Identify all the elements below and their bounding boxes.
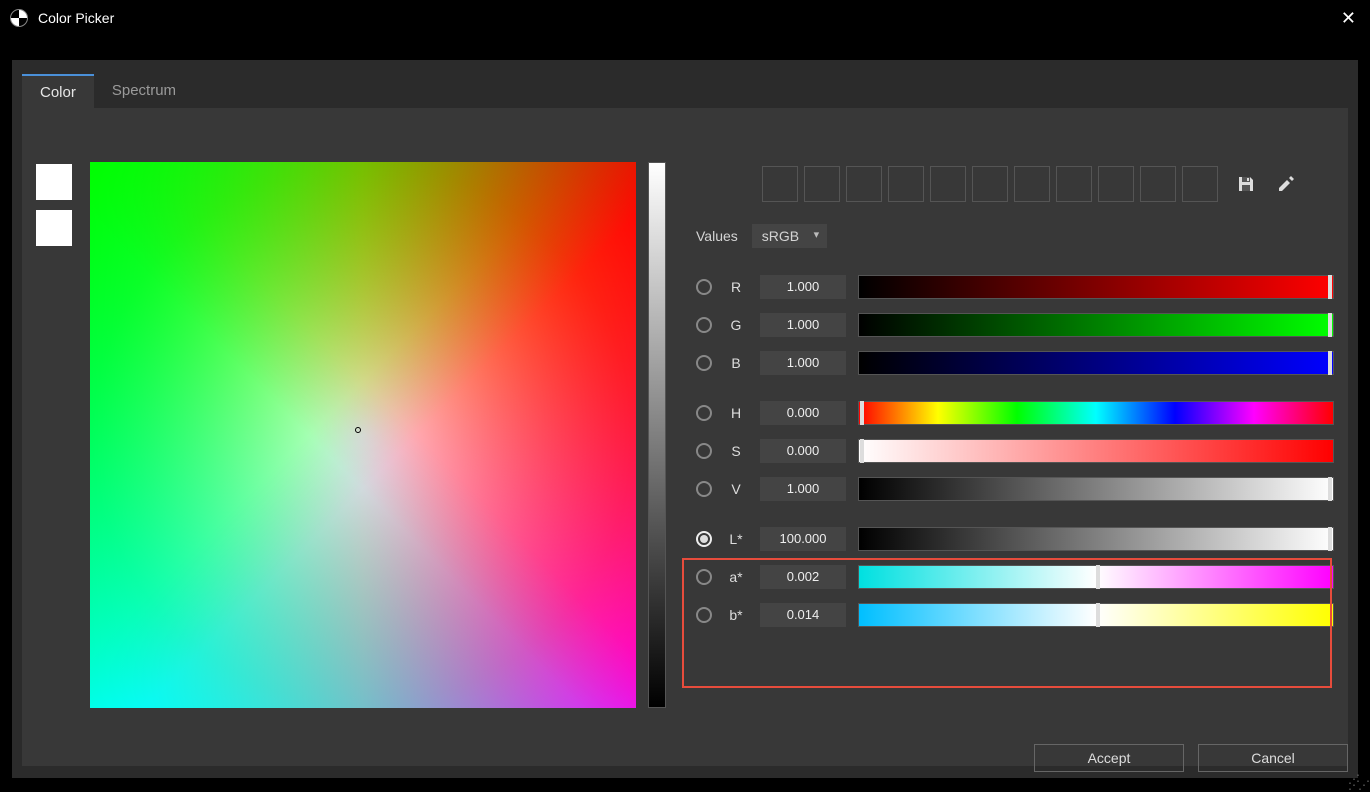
channel-value-a[interactable]: 0.002 xyxy=(760,565,846,589)
channel-row-g: G 1.000 xyxy=(692,306,1334,344)
channel-label-l: L* xyxy=(724,531,748,547)
title-bar: Color Picker ✕ xyxy=(0,0,1370,36)
channel-value-l[interactable]: 100.000 xyxy=(760,527,846,551)
preset-swatch[interactable] xyxy=(1056,166,1092,202)
channel-row-s: S 0.000 xyxy=(692,432,1334,470)
channel-radio-h[interactable] xyxy=(696,405,712,421)
channel-value-g[interactable]: 1.000 xyxy=(760,313,846,337)
tab-spectrum[interactable]: Spectrum xyxy=(94,74,194,111)
preset-swatch[interactable] xyxy=(972,166,1008,202)
preset-swatch[interactable] xyxy=(1098,166,1134,202)
close-button[interactable]: ✕ xyxy=(1341,8,1356,29)
channel-radio-a[interactable] xyxy=(696,569,712,585)
app-icon xyxy=(10,9,28,27)
channel-row-l: L* 100.000 xyxy=(692,520,1334,558)
channel-slider-a[interactable] xyxy=(858,565,1334,589)
channel-label-bb: b* xyxy=(724,607,748,623)
channel-value-v[interactable]: 1.000 xyxy=(760,477,846,501)
luminance-slider[interactable] xyxy=(648,162,666,708)
channel-slider-g[interactable] xyxy=(858,313,1334,337)
preset-swatch[interactable] xyxy=(1014,166,1050,202)
channel-list: R 1.000 G 1.000 B 1.000 H xyxy=(692,268,1334,634)
channel-row-r: R 1.000 xyxy=(692,268,1334,306)
channel-radio-v[interactable] xyxy=(696,481,712,497)
channel-row-bb: b* 0.014 xyxy=(692,596,1334,634)
channel-radio-bb[interactable] xyxy=(696,607,712,623)
preset-swatch[interactable] xyxy=(804,166,840,202)
channel-value-b[interactable]: 1.000 xyxy=(760,351,846,375)
channel-value-h[interactable]: 0.000 xyxy=(760,401,846,425)
preset-swatch-row xyxy=(762,166,1296,202)
preset-swatch[interactable] xyxy=(762,166,798,202)
channel-slider-v[interactable] xyxy=(858,477,1334,501)
channel-row-h: H 0.000 xyxy=(692,394,1334,432)
preset-swatch[interactable] xyxy=(1182,166,1218,202)
channel-slider-r[interactable] xyxy=(858,275,1334,299)
channel-radio-g[interactable] xyxy=(696,317,712,333)
channel-radio-b[interactable] xyxy=(696,355,712,371)
channel-radio-r[interactable] xyxy=(696,279,712,295)
values-label: Values xyxy=(696,228,738,244)
channel-slider-b[interactable] xyxy=(858,351,1334,375)
channel-label-g: G xyxy=(724,317,748,333)
channel-value-r[interactable]: 1.000 xyxy=(760,275,846,299)
channel-label-h: H xyxy=(724,405,748,421)
channel-slider-s[interactable] xyxy=(858,439,1334,463)
channel-row-v: V 1.000 xyxy=(692,470,1334,508)
window-title: Color Picker xyxy=(38,10,114,26)
colorspace-dropdown[interactable]: sRGB xyxy=(752,224,827,248)
channel-radio-l[interactable] xyxy=(696,531,712,547)
save-icon[interactable] xyxy=(1236,174,1256,194)
channel-label-a: a* xyxy=(724,569,748,585)
preset-swatch[interactable] xyxy=(930,166,966,202)
preset-swatch[interactable] xyxy=(1140,166,1176,202)
previous-color-swatch[interactable] xyxy=(36,210,72,246)
preset-swatch[interactable] xyxy=(846,166,882,202)
channel-label-v: V xyxy=(724,481,748,497)
channel-value-s[interactable]: 0.000 xyxy=(760,439,846,463)
channel-label-r: R xyxy=(724,279,748,295)
channel-radio-s[interactable] xyxy=(696,443,712,459)
channel-label-b: B xyxy=(724,355,748,371)
current-color-swatch[interactable] xyxy=(36,164,72,200)
channel-value-bb[interactable]: 0.014 xyxy=(760,603,846,627)
channel-row-a: a* 0.002 xyxy=(692,558,1334,596)
footer-buttons: Accept Cancel xyxy=(1034,744,1348,772)
channel-label-s: S xyxy=(724,443,748,459)
preset-swatch[interactable] xyxy=(888,166,924,202)
accept-button[interactable]: Accept xyxy=(1034,744,1184,772)
channel-slider-l[interactable] xyxy=(858,527,1334,551)
colorspace-selected: sRGB xyxy=(762,228,799,244)
eyedropper-icon[interactable] xyxy=(1276,174,1296,194)
content-panel: Values sRGB R 1.000 G 1.000 xyxy=(22,108,1348,766)
cancel-button[interactable]: Cancel xyxy=(1198,744,1348,772)
values-row: Values sRGB xyxy=(696,224,827,248)
channel-slider-h[interactable] xyxy=(858,401,1334,425)
color-field-marker xyxy=(355,427,361,433)
channel-row-b: B 1.000 xyxy=(692,344,1334,382)
resize-grip[interactable]: ⋰⋰⋰ xyxy=(1348,776,1368,788)
tab-bar: Color Spectrum xyxy=(22,74,194,111)
right-column: Values sRGB R 1.000 G 1.000 xyxy=(692,162,1334,756)
tab-color[interactable]: Color xyxy=(22,74,94,111)
channel-slider-bb[interactable] xyxy=(858,603,1334,627)
color-field[interactable] xyxy=(90,162,636,708)
